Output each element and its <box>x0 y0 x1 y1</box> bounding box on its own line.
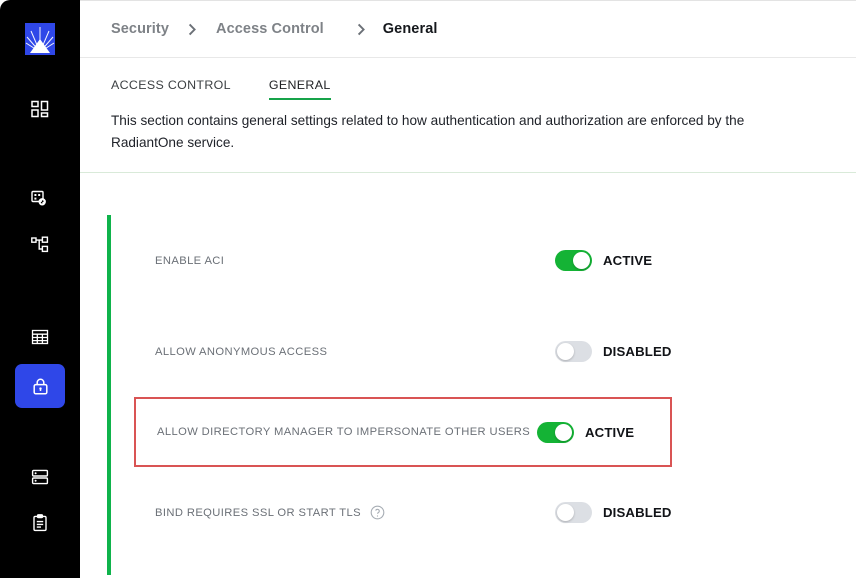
setting-label: BIND REQUIRES SSL OR START TLS <box>155 505 555 520</box>
setting-state-label: DISABLED <box>603 505 672 521</box>
setting-label: ALLOW DIRECTORY MANAGER TO IMPERSONATE O… <box>157 426 531 439</box>
hierarchy-tree-icon <box>30 235 50 255</box>
breadcrumb-item-general: General <box>382 21 438 37</box>
lock-icon <box>30 376 51 397</box>
help-circle-icon[interactable] <box>370 505 385 520</box>
toggle-knob <box>557 504 574 522</box>
sidebar-item-directory-namespace[interactable] <box>16 226 64 264</box>
setting-control: DISABLED <box>555 341 672 363</box>
tab-bar: ACCESS CONTROL GENERAL <box>80 58 856 100</box>
settings-panel: ENABLE ACI ACTIVE ALLOW ANONYMOUS ACCESS <box>80 215 856 576</box>
setting-state-label: DISABLED <box>603 344 672 360</box>
settings-accent-bar <box>107 215 111 576</box>
setting-control: DISABLED <box>555 502 672 524</box>
server-stack-icon <box>30 467 50 487</box>
tab-general[interactable]: GENERAL <box>268 78 331 100</box>
toggle-knob <box>555 423 572 441</box>
radiantone-logo[interactable] <box>24 22 56 56</box>
toggle-allow-anonymous-access[interactable] <box>555 341 592 363</box>
sidebar-item-data-catalog[interactable] <box>16 318 64 356</box>
toggle-knob <box>573 252 590 270</box>
setting-row-bind-requires-ssl: BIND REQUIRES SSL OR START TLS DISABLED <box>155 467 856 558</box>
toggle-enable-aci[interactable] <box>555 250 592 272</box>
breadcrumb-item-access-control[interactable]: Access Control <box>216 21 324 37</box>
chevron-right-icon <box>188 23 197 36</box>
setting-control: ACTIVE <box>537 421 635 443</box>
clipboard-log-icon <box>30 513 50 533</box>
breadcrumb-item-security[interactable]: Security <box>111 21 169 37</box>
setting-control: ACTIVE <box>555 250 653 272</box>
setting-label: ENABLE ACI <box>155 254 225 267</box>
sidebar-item-servers[interactable] <box>16 458 64 496</box>
sidebar-item-data-sources[interactable] <box>16 180 64 218</box>
chevron-right-icon <box>357 23 366 36</box>
main-content: Security Access Control General ACCESS C… <box>80 0 856 578</box>
toggle-knob <box>557 343 574 361</box>
tab-access-control[interactable]: ACCESS CONTROL <box>111 78 231 100</box>
setting-label: ALLOW ANONYMOUS ACCESS <box>155 345 328 358</box>
dashboard-grid-icon <box>30 99 50 119</box>
logo-mark-icon <box>25 23 55 55</box>
setting-row-allow-anonymous-access: ALLOW ANONYMOUS ACCESS DISABLED <box>155 306 856 397</box>
setting-state-label: ACTIVE <box>603 253 653 269</box>
table-grid-icon <box>30 327 50 347</box>
setting-label-text: BIND REQUIRES SSL OR START TLS <box>155 506 361 519</box>
settings-rows: ENABLE ACI ACTIVE ALLOW ANONYMOUS ACCESS <box>107 215 856 558</box>
toggle-impersonate-other-users[interactable] <box>537 421 574 443</box>
application-window: Security Access Control General ACCESS C… <box>0 0 856 578</box>
section-divider <box>80 172 856 174</box>
datasource-link-icon <box>30 189 50 209</box>
toggle-bind-requires-ssl[interactable] <box>555 502 592 524</box>
primary-sidebar <box>0 0 80 578</box>
setting-state-label: ACTIVE <box>585 424 635 440</box>
sidebar-item-security[interactable] <box>15 364 65 408</box>
sidebar-item-logs[interactable] <box>16 504 64 542</box>
setting-row-enable-aci: ENABLE ACI ACTIVE <box>155 215 856 306</box>
setting-row-impersonate-other-users: ALLOW DIRECTORY MANAGER TO IMPERSONATE O… <box>134 397 672 468</box>
sidebar-item-dashboard[interactable] <box>16 90 64 128</box>
section-description: This section contains general settings r… <box>111 113 745 151</box>
breadcrumb: Security Access Control General <box>80 1 856 58</box>
